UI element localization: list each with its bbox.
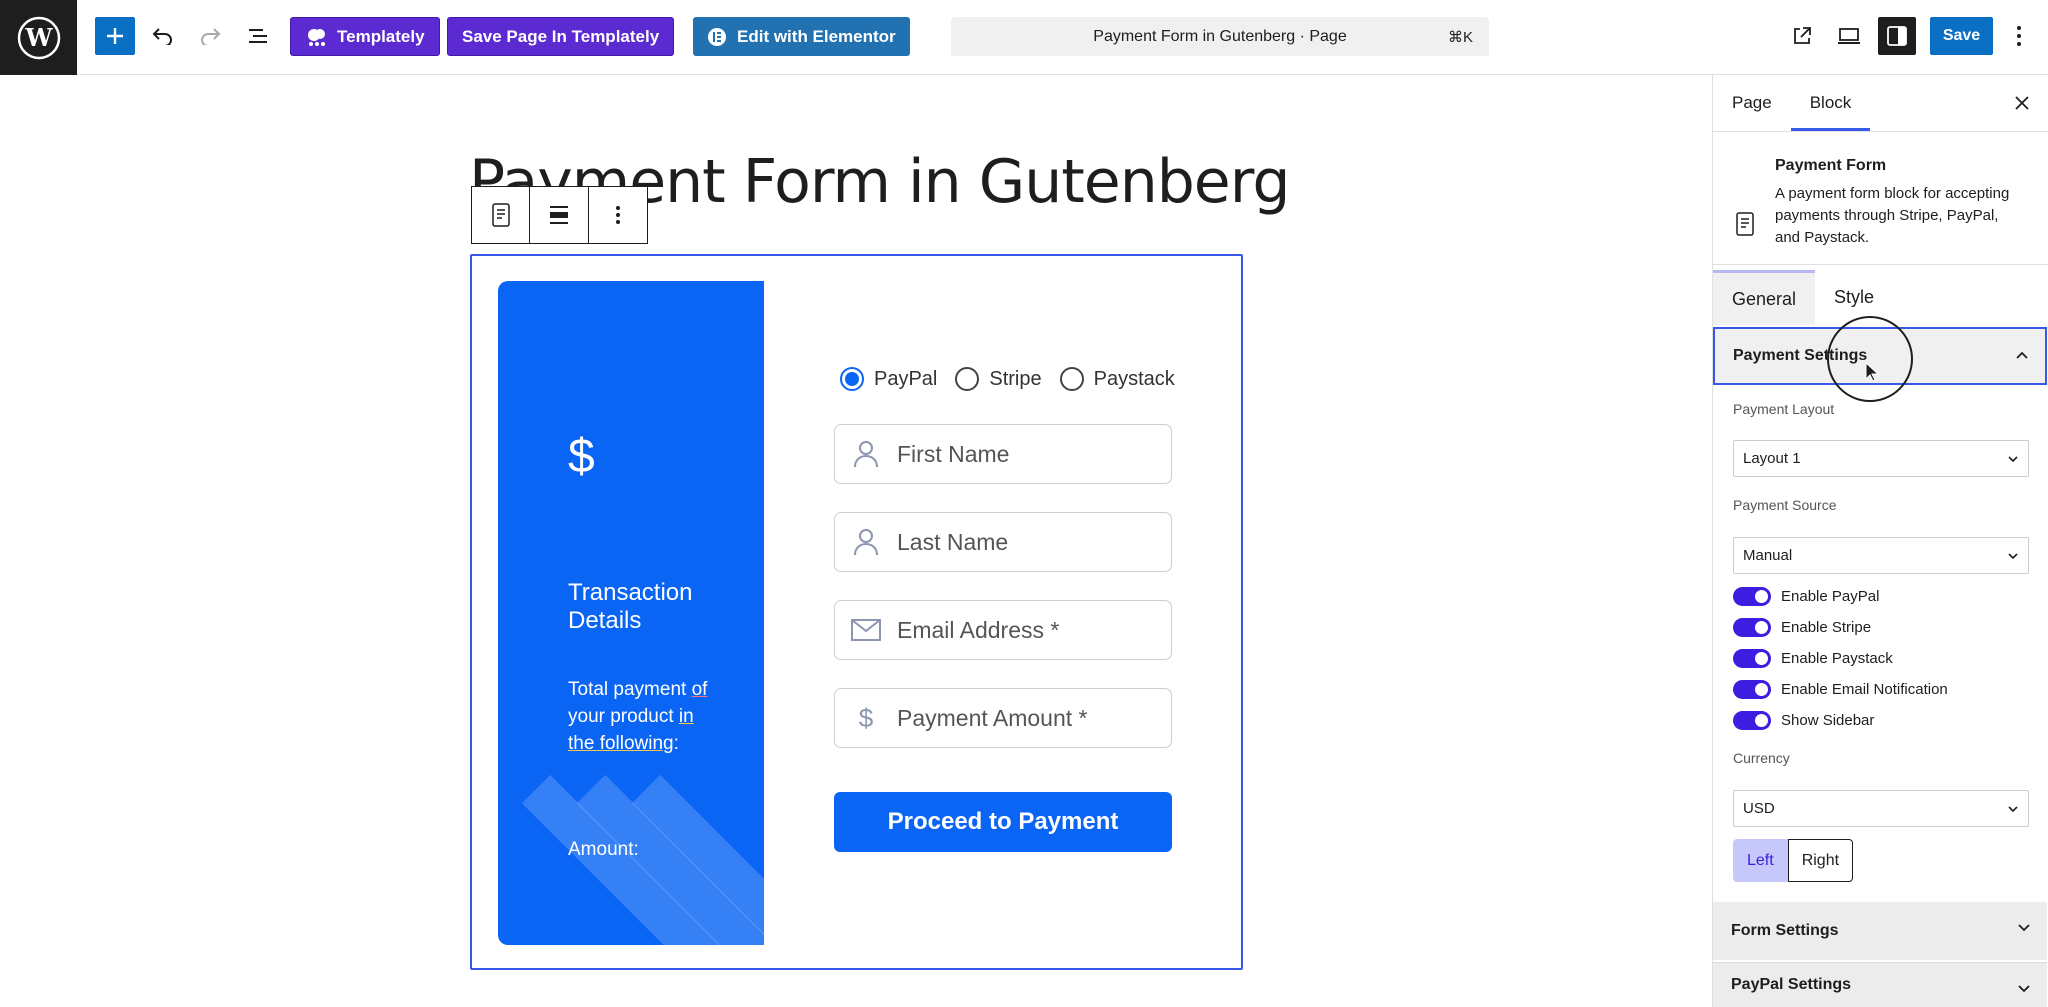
amount-label: Amount: xyxy=(568,839,639,860)
email-field[interactable]: Email Address * xyxy=(834,600,1172,660)
radio-selected-icon xyxy=(840,367,864,391)
save-label: Save xyxy=(1942,27,1981,44)
block-type-button[interactable] xyxy=(472,187,531,243)
transaction-sidebar: $ Transaction Details Total payment of y… xyxy=(498,281,764,945)
close-sidebar-button[interactable] xyxy=(2008,89,2036,117)
close-icon xyxy=(2015,96,2029,110)
block-toolbar xyxy=(471,186,648,244)
more-vertical-icon xyxy=(2017,26,2021,46)
last-name-placeholder: Last Name xyxy=(897,528,1009,555)
tab-general[interactable]: General xyxy=(1713,270,1816,325)
dollar-icon: $ xyxy=(858,702,874,733)
payment-amount-field[interactable]: $ Payment Amount * xyxy=(834,688,1172,748)
radio-empty-icon xyxy=(955,367,980,391)
block-description: A payment form block for accepting payme… xyxy=(1775,185,2010,246)
sidebar-icon xyxy=(1887,26,1907,46)
user-icon xyxy=(851,527,881,557)
chevron-down-icon xyxy=(2018,924,2030,932)
templately-button[interactable]: Templately xyxy=(290,17,440,56)
edit-with-elementor-button[interactable]: Edit with Elementor xyxy=(693,17,910,56)
plus-icon xyxy=(107,28,123,44)
save-button[interactable]: Save xyxy=(1930,17,1993,55)
block-name: Payment Form xyxy=(1775,157,1887,174)
payment-amount-placeholder: Payment Amount * xyxy=(897,704,1088,731)
tab-block[interactable]: Block xyxy=(1791,75,1871,131)
save-in-templately-button[interactable]: Save Page In Templately xyxy=(447,17,675,56)
last-name-field[interactable]: Last Name xyxy=(834,512,1172,572)
external-link-icon xyxy=(1794,27,1811,44)
align-wide-icon xyxy=(550,206,569,224)
wordpress-logo-button[interactable]: W xyxy=(0,0,77,75)
svg-text:W: W xyxy=(24,23,53,52)
block-options-button[interactable] xyxy=(589,187,647,243)
document-overview-button[interactable] xyxy=(239,17,277,55)
radio-paypal[interactable]: PayPal xyxy=(840,367,937,391)
email-placeholder: Email Address * xyxy=(897,616,1060,643)
command-shortcut: ⌘K xyxy=(1447,28,1473,46)
payment-form-block-icon xyxy=(1736,212,1754,236)
document-title: Payment Form in Gutenberg · Page xyxy=(1093,27,1347,45)
payment-form-block[interactable]: $ Transaction Details Total payment of y… xyxy=(470,254,1243,970)
elementor-label: Edit with Elementor xyxy=(737,26,896,46)
radio-paystack[interactable]: Paystack xyxy=(1059,367,1175,391)
first-name-placeholder: First Name xyxy=(897,440,1010,467)
radio-stripe[interactable]: Stripe xyxy=(955,367,1042,391)
first-name-field[interactable]: First Name xyxy=(834,424,1172,484)
elementor-icon xyxy=(708,27,726,46)
payment-form-block-icon xyxy=(491,203,510,227)
transaction-details-title: Transaction Details xyxy=(568,579,693,634)
paypal-settings-panel-toggle[interactable]: PayPal Settings xyxy=(1713,962,2047,1007)
chevron-down-icon xyxy=(2018,985,2030,993)
settings-sidebar-toggle[interactable] xyxy=(1878,17,1916,55)
laptop-icon xyxy=(1838,28,1860,44)
radio-empty-icon xyxy=(1059,367,1084,391)
redo-icon xyxy=(201,28,221,45)
options-menu-button[interactable] xyxy=(2000,17,2038,55)
envelope-icon xyxy=(851,615,881,645)
add-block-button[interactable] xyxy=(95,17,135,55)
templately-cloud-icon xyxy=(308,28,325,46)
chevron-up-icon xyxy=(2016,351,2028,359)
click-highlight-ring xyxy=(1827,316,1913,402)
tab-page[interactable]: Page xyxy=(1713,75,1791,131)
redo-button[interactable] xyxy=(191,17,229,55)
preview-device-button[interactable] xyxy=(1830,17,1868,55)
align-button[interactable] xyxy=(530,187,589,243)
gateway-radio-group: PayPal Stripe Paystack xyxy=(840,367,1175,391)
undo-icon xyxy=(152,28,172,45)
form-settings-title: Form Settings xyxy=(1731,922,1839,939)
user-icon xyxy=(851,439,881,469)
proceed-to-payment-button[interactable]: Proceed to Payment xyxy=(834,792,1172,852)
sidebar-tabs: Page Block xyxy=(1713,75,2048,132)
currency-symbol: $ xyxy=(568,430,595,483)
transaction-details-text: Total payment of your product in the fol… xyxy=(568,679,708,754)
command-palette-bar[interactable]: Payment Form in Gutenberg · Page ⌘K xyxy=(951,17,1489,56)
view-page-button[interactable] xyxy=(1783,17,1821,55)
list-view-icon xyxy=(249,29,267,43)
mouse-pointer-icon xyxy=(1865,362,1879,382)
undo-button[interactable] xyxy=(144,17,182,55)
more-vertical-icon xyxy=(615,206,620,224)
save-in-templately-label: Save Page In Templately xyxy=(462,26,660,46)
wordpress-icon: W xyxy=(17,16,60,59)
form-settings-panel-toggle[interactable]: Form Settings xyxy=(1713,902,2047,960)
templately-label: Templately xyxy=(337,26,425,46)
editor-top-bar: W Templately Save Page In Templately Edi… xyxy=(0,0,2048,75)
paypal-settings-title: PayPal Settings xyxy=(1731,976,1852,993)
